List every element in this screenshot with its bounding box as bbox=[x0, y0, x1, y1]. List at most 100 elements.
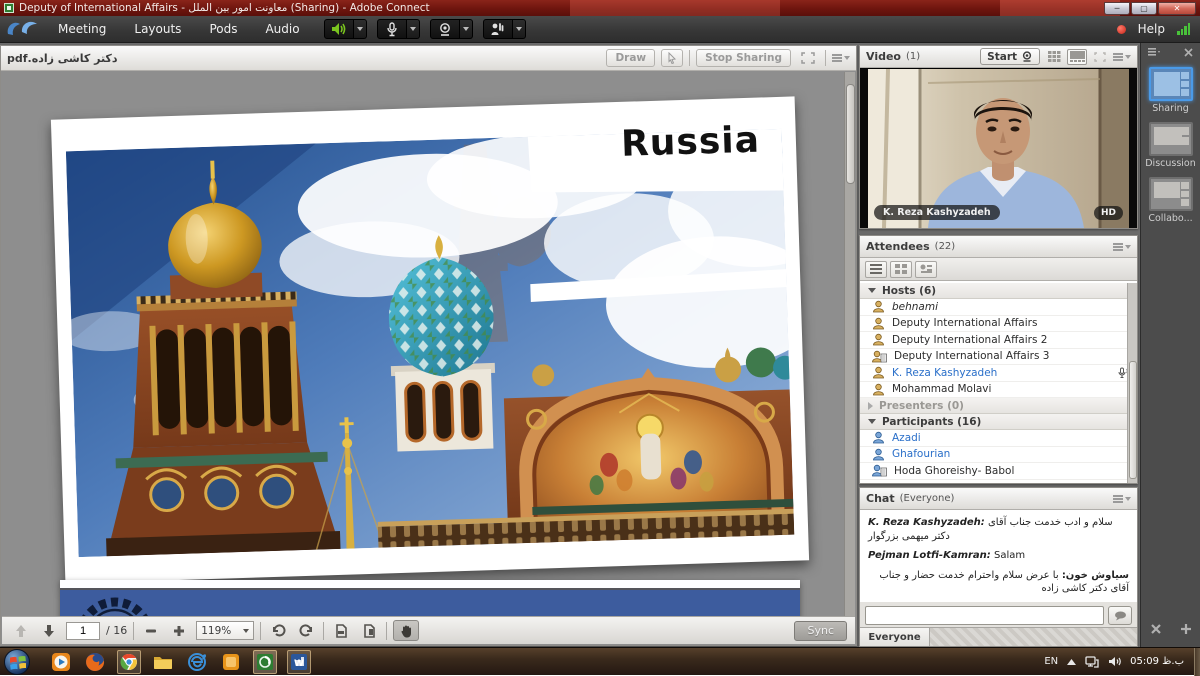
zoom-out-button[interactable] bbox=[140, 621, 162, 641]
hosts-group-label: Hosts (6) bbox=[882, 285, 936, 297]
microphone-options-caret[interactable] bbox=[407, 19, 420, 39]
raise-hand-options-caret[interactable] bbox=[513, 19, 526, 39]
stop-sharing-button[interactable]: Stop Sharing bbox=[696, 49, 791, 67]
draw-button[interactable]: Draw bbox=[606, 49, 655, 67]
maximize-button[interactable]: ▢ bbox=[1131, 2, 1157, 15]
taskbar-internet-explorer[interactable] bbox=[185, 650, 209, 674]
layout-thumb-collaboration[interactable] bbox=[1149, 177, 1193, 211]
menu-layouts[interactable]: Layouts bbox=[120, 16, 195, 42]
taskbar-chrome[interactable] bbox=[117, 650, 141, 674]
microphone-button[interactable] bbox=[377, 19, 407, 39]
attendees-scrollbar[interactable] bbox=[1127, 283, 1137, 483]
share-pod-menu-button[interactable] bbox=[832, 54, 850, 62]
arrow-up-icon bbox=[14, 624, 28, 638]
participants-group-header[interactable]: Participants (16) bbox=[860, 414, 1137, 430]
hosts-group-header[interactable]: Hosts (6) bbox=[860, 283, 1137, 299]
folder-icon bbox=[153, 654, 173, 670]
menu-help[interactable]: Help bbox=[1138, 22, 1165, 36]
menu-pods[interactable]: Pods bbox=[195, 16, 251, 42]
speaker-options-caret[interactable] bbox=[354, 19, 367, 39]
start-webcam-button[interactable]: Start bbox=[980, 48, 1040, 65]
chat-input[interactable] bbox=[865, 606, 1104, 625]
add-layout-button[interactable] bbox=[1180, 623, 1192, 635]
grid-view-button[interactable] bbox=[1044, 49, 1064, 65]
video-fullscreen-button[interactable] bbox=[1090, 49, 1110, 65]
pan-tool-button[interactable] bbox=[393, 620, 419, 641]
taskbar-word[interactable]: W bbox=[287, 650, 311, 674]
attendees-scrollbar-thumb[interactable] bbox=[1129, 361, 1137, 479]
layout-thumb-discussion[interactable] bbox=[1149, 122, 1193, 156]
taskbar-orange-app[interactable] bbox=[219, 650, 243, 674]
video-pod-menu-button[interactable] bbox=[1113, 53, 1131, 61]
attendees-pod-menu-button[interactable] bbox=[1113, 243, 1131, 251]
menu-audio[interactable]: Audio bbox=[251, 16, 313, 42]
attendee-grid-view-button[interactable] bbox=[890, 261, 912, 278]
sync-button[interactable]: Sync bbox=[794, 621, 847, 641]
tray-language[interactable]: EN bbox=[1044, 656, 1058, 667]
attendee-row[interactable]: Mohammad Molavi bbox=[860, 382, 1137, 399]
hd-badge: HD bbox=[1094, 206, 1123, 220]
zoom-level-select[interactable]: 119% bbox=[196, 621, 254, 640]
attendee-row[interactable]: Hoda Ghoreishy- Babol bbox=[860, 463, 1137, 480]
document-scrollbar[interactable] bbox=[844, 72, 855, 616]
send-message-button[interactable] bbox=[1108, 606, 1132, 625]
attendee-name: Deputy International Affairs bbox=[892, 317, 1037, 329]
taskbar-adobe-connect[interactable] bbox=[253, 650, 277, 674]
host-user-document-icon bbox=[872, 350, 887, 363]
layout-label-sharing: Sharing bbox=[1141, 103, 1200, 114]
presenters-group-header[interactable]: Presenters (0) bbox=[860, 398, 1137, 414]
attendee-row[interactable]: Deputy International Affairs 2 bbox=[860, 332, 1137, 349]
previous-page-button[interactable] bbox=[10, 621, 32, 641]
list-view-icon bbox=[870, 264, 882, 274]
chat-tab-everyone[interactable]: Everyone bbox=[860, 628, 930, 646]
webcam-button[interactable] bbox=[430, 19, 460, 39]
fit-page-button[interactable] bbox=[358, 621, 380, 641]
taskbar-firefox[interactable] bbox=[83, 650, 107, 674]
taskbar-media-player[interactable] bbox=[49, 650, 73, 674]
start-button[interactable] bbox=[4, 649, 30, 675]
layouts-close-button[interactable] bbox=[1184, 48, 1193, 57]
attendee-row[interactable]: Deputy International Affairs 3 bbox=[860, 349, 1137, 366]
next-page-button[interactable] bbox=[38, 621, 60, 641]
webcam-options-caret[interactable] bbox=[460, 19, 473, 39]
layouts-menu-button[interactable] bbox=[1148, 48, 1160, 57]
sharif-university-logo bbox=[60, 590, 170, 616]
attendee-row[interactable]: Azadi bbox=[860, 430, 1137, 447]
menu-meeting[interactable]: Meeting bbox=[44, 16, 120, 42]
delete-layout-button[interactable] bbox=[1150, 623, 1162, 635]
speaker-button[interactable] bbox=[324, 19, 354, 39]
attendee-row[interactable]: Ghafourian bbox=[860, 447, 1137, 464]
attendee-row[interactable]: Deputy International Affairs bbox=[860, 316, 1137, 333]
page-number-input[interactable] bbox=[66, 622, 100, 640]
raise-hand-button[interactable] bbox=[483, 19, 513, 39]
layout-thumb-sharing[interactable] bbox=[1149, 67, 1193, 101]
network-icon[interactable] bbox=[1085, 656, 1099, 668]
attendee-row[interactable]: behnami bbox=[860, 299, 1137, 316]
taskbar-explorer[interactable] bbox=[151, 650, 175, 674]
minimize-button[interactable]: ─ bbox=[1104, 2, 1130, 15]
chat-sender: K. Reza Kashyzadeh: bbox=[868, 517, 985, 528]
rotate-right-button[interactable] bbox=[295, 621, 317, 641]
chat-pod-menu-button[interactable] bbox=[1113, 495, 1131, 503]
pointer-tool-button[interactable] bbox=[661, 49, 683, 67]
filmstrip-view-button[interactable] bbox=[1067, 49, 1087, 65]
attendees-view-toolbar bbox=[860, 258, 1137, 281]
zoom-level-value: 119% bbox=[201, 625, 231, 637]
attendee-status-view-button[interactable] bbox=[915, 261, 937, 278]
host-user-icon bbox=[872, 333, 885, 346]
fullscreen-button[interactable] bbox=[797, 49, 819, 67]
fit-width-button[interactable] bbox=[330, 621, 352, 641]
layouts-sidebar: Sharing Discussion Collabo... bbox=[1140, 43, 1200, 647]
show-desktop-button[interactable] bbox=[1194, 648, 1200, 676]
add-layout-icon bbox=[1180, 623, 1192, 635]
tray-clock[interactable]: ب.ظ 05:09 bbox=[1130, 656, 1188, 667]
zoom-in-button[interactable] bbox=[168, 621, 190, 641]
volume-icon[interactable] bbox=[1108, 656, 1121, 667]
document-scrollbar-thumb[interactable] bbox=[846, 84, 855, 184]
close-button[interactable]: ✕ bbox=[1158, 2, 1196, 15]
rotate-left-button[interactable] bbox=[267, 621, 289, 641]
filmstrip-view-icon bbox=[1070, 51, 1085, 62]
tray-expand-icon[interactable] bbox=[1067, 659, 1076, 665]
attendee-row-self[interactable]: K. Reza Kashyzadeh bbox=[860, 365, 1137, 382]
attendee-list-view-button[interactable] bbox=[865, 261, 887, 278]
